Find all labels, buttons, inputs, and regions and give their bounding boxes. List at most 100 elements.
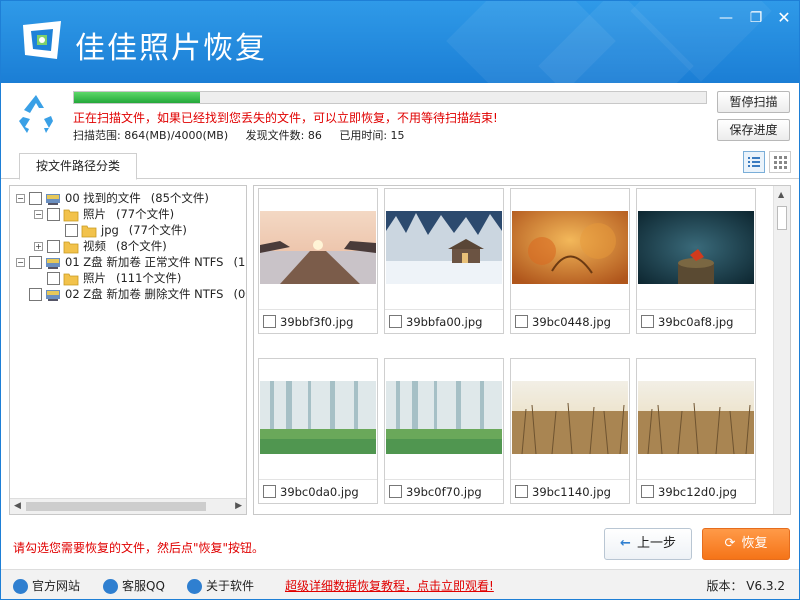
tree-expander-icon[interactable]: − [16, 258, 25, 267]
file-name: 39bc0af8.jpg [658, 315, 734, 329]
tree-checkbox[interactable] [29, 288, 42, 301]
recover-button[interactable]: ⟳ 恢复 [702, 528, 790, 560]
file-thumbnail[interactable] [386, 381, 502, 454]
folder-icon [63, 208, 79, 222]
headset-icon [103, 579, 118, 594]
file-checkbox[interactable] [515, 485, 528, 498]
support-qq-link[interactable]: 客服QQ [103, 577, 165, 594]
recycle-icon [19, 95, 53, 133]
tree-row[interactable]: 02 Z盘 新加卷 删除文件 NTFS (0个 [16, 286, 246, 302]
tree-expander-icon[interactable]: − [34, 210, 43, 219]
file-checkbox[interactable] [641, 485, 654, 498]
minimize-icon[interactable]: — [715, 9, 737, 27]
tab-by-path[interactable]: 按文件路径分类 [19, 153, 137, 180]
drive-icon [45, 288, 61, 302]
file-name: 39bc0da0.jpg [280, 485, 359, 499]
file-checkbox[interactable] [515, 315, 528, 328]
tree-row[interactable]: − 照片 (77个文件) [34, 206, 174, 222]
file-thumbnail-grid[interactable]: 39bc12d0.jpg 39bc1140.jpg 39bc0f70.jpg 39bc… [253, 185, 791, 515]
tree-row[interactable]: 照片 (111个文件) [34, 270, 181, 286]
tree-count: (77个文件) [128, 223, 187, 237]
file-checkbox[interactable] [263, 315, 276, 328]
tree-checkbox[interactable] [47, 272, 60, 285]
found-count: 发现文件数: 86 [245, 129, 322, 142]
tree-label: jpg [101, 223, 119, 237]
tree-checkbox[interactable] [29, 256, 42, 269]
tree-checkbox[interactable] [47, 208, 60, 221]
tree-row[interactable]: jpg (77个文件) [52, 222, 187, 238]
tree-row[interactable]: − 01 Z盘 新加卷 正常文件 NTFS (13 [16, 254, 246, 270]
file-caption: 39bc0f70.jpg [385, 479, 503, 503]
tree-expander-icon[interactable]: − [16, 194, 25, 203]
tree-checkbox[interactable] [47, 240, 60, 253]
file-name: 39bbfa00.jpg [406, 315, 483, 329]
tree-expander-icon[interactable]: + [34, 242, 43, 251]
folder-icon [63, 240, 79, 254]
tree-checkbox[interactable] [65, 224, 78, 237]
file-thumbnail[interactable] [260, 381, 376, 454]
file-card[interactable]: 39bc0448.jpg [510, 188, 630, 334]
list-view-icon[interactable] [743, 151, 765, 173]
tree-checkbox[interactable] [29, 192, 42, 205]
file-caption: 39bbfa00.jpg [385, 309, 503, 333]
previous-step-button[interactable]: ← 上一步 [604, 528, 692, 560]
recover-label: 恢复 [741, 536, 768, 551]
file-thumbnail[interactable] [386, 211, 502, 284]
file-card[interactable]: 39bc0af8.jpg [636, 188, 756, 334]
file-thumbnail[interactable] [260, 211, 376, 284]
tree-horizontal-scrollbar[interactable]: ◀ ▶ [10, 498, 246, 514]
tree-connector [16, 290, 25, 299]
grid-view-icon[interactable] [769, 151, 791, 173]
file-card[interactable]: 39bc12d0.jpg [636, 358, 756, 504]
file-thumbnail[interactable] [638, 381, 754, 454]
tree-row[interactable]: − 00 找到的文件 (85个文件) [16, 190, 209, 206]
scan-progress-fill [74, 92, 201, 103]
file-card[interactable]: 39bbf3f0.jpg [258, 188, 378, 334]
folder-tree[interactable]: 02 Z盘 新加卷 删除文件 NTFS (0个 照片 (111个文件) − 01 Z盘 新… [9, 185, 247, 515]
file-card[interactable]: 39bc1140.jpg [510, 358, 630, 504]
version-label: 版本： V6.3.2 [706, 579, 785, 593]
maximize-icon[interactable]: ❐ [745, 9, 767, 27]
close-icon[interactable]: ✕ [773, 9, 795, 27]
file-thumbnail[interactable] [512, 381, 628, 454]
tree-label: 02 Z盘 新加卷 删除文件 NTFS [65, 287, 224, 301]
file-card[interactable]: 39bbfa00.jpg [384, 188, 504, 334]
scan-range: 扫描范围: 864(MB)/4000(MB) [73, 129, 229, 142]
file-thumbnail[interactable] [512, 211, 628, 284]
save-progress-button[interactable]: 保存进度 [717, 119, 790, 141]
file-card[interactable]: 39bc0f70.jpg [384, 358, 504, 504]
app-logo-icon [23, 21, 61, 59]
folder-icon [81, 224, 97, 238]
file-caption: 39bbf3f0.jpg [259, 309, 377, 333]
file-checkbox[interactable] [389, 485, 402, 498]
tree-label: 照片 [83, 271, 106, 285]
tree-count: (85个文件) [150, 191, 209, 205]
tree-count: (8个文件) [116, 239, 167, 253]
file-thumbnail[interactable] [638, 211, 754, 284]
elapsed-time: 已用时间: 15 [339, 129, 405, 142]
grid-vertical-scrollbar[interactable]: ▲ [773, 186, 790, 514]
drive-icon [45, 192, 61, 206]
file-checkbox[interactable] [263, 485, 276, 498]
tree-label: 视频 [83, 239, 106, 253]
tree-count: (0个 [233, 287, 246, 301]
about-label: 关于软件 [206, 579, 255, 593]
website-link[interactable]: 官方网站 [13, 577, 80, 594]
title-bar[interactable]: 佳佳照片恢复 — ❐ ✕ [1, 1, 799, 83]
about-link[interactable]: 关于软件 [187, 577, 254, 594]
file-checkbox[interactable] [641, 315, 654, 328]
file-checkbox[interactable] [389, 315, 402, 328]
file-card[interactable]: 39bc0da0.jpg [258, 358, 378, 504]
tutorial-promo-link[interactable]: 超级详细数据恢复教程，点击立即观看! [285, 577, 494, 594]
file-caption: 39bc12d0.jpg [637, 479, 755, 503]
pause-scan-button[interactable]: 暂停扫描 [717, 91, 790, 113]
file-caption: 39bc0448.jpg [511, 309, 629, 333]
scan-stats: 扫描范围: 864(MB)/4000(MB) 发现文件数: 86 已用时间: 1… [73, 127, 419, 143]
support-label: 客服QQ [122, 579, 165, 593]
tree-row[interactable]: + 视频 (8个文件) [34, 238, 167, 254]
tree-connector [52, 226, 61, 235]
app-window: 佳佳照片恢复 — ❐ ✕ 正在扫描文件，如果已经找到您丢失的文件，可以立即恢复，… [0, 0, 800, 600]
tree-label: 00 找到的文件 [65, 191, 141, 205]
tab-bar: 按文件路径分类 [1, 147, 799, 180]
footer-bar: 官方网站 客服QQ 关于软件 超级详细数据恢复教程，点击立即观看! 版本： V6… [1, 569, 799, 599]
